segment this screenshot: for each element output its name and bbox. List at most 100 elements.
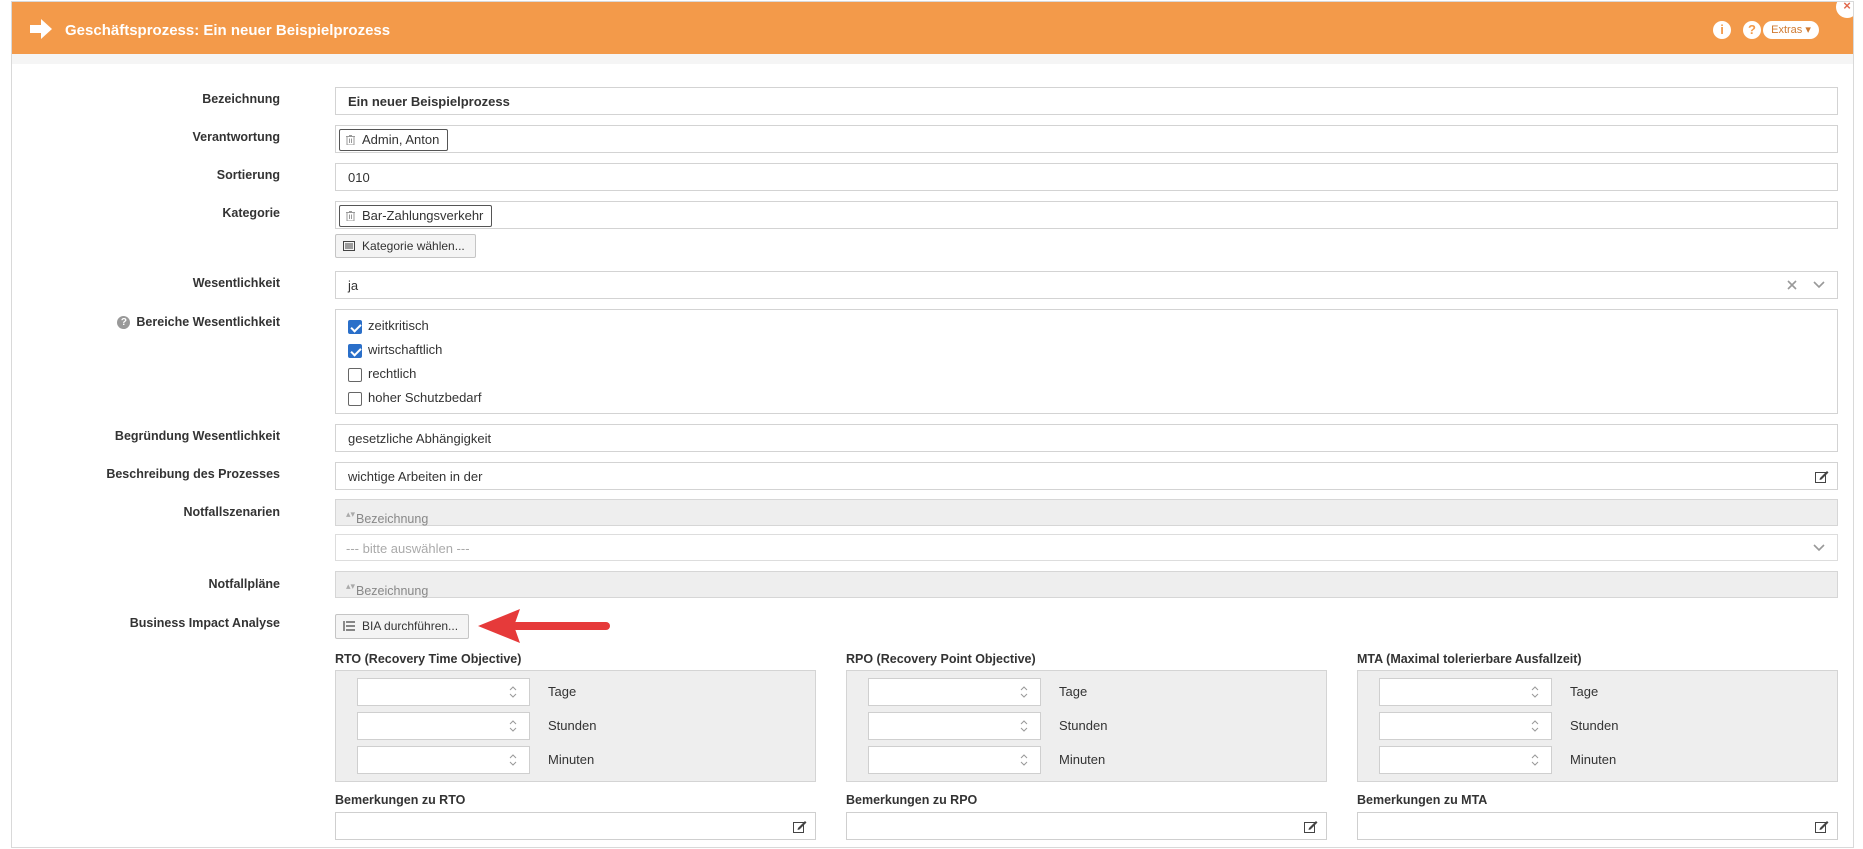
spinner-icon[interactable]	[1531, 720, 1539, 732]
spinner-icon[interactable]	[1020, 720, 1028, 732]
unit-label: Minuten	[548, 752, 595, 767]
sortierung-value: 010	[348, 170, 370, 185]
label-bezeichnung: Bezeichnung	[202, 92, 280, 106]
checkbox-checked-icon[interactable]	[348, 344, 362, 358]
unit-label: Minuten	[1059, 752, 1106, 767]
rto-minuten-input[interactable]	[357, 746, 530, 774]
mta-tage-input[interactable]	[1379, 678, 1552, 706]
notfallplaene-grid-header: Bezeichnung ▴▾	[335, 571, 1838, 598]
label-bia: Business Impact Analyse	[129, 616, 280, 630]
checkbox-label: rechtlich	[368, 366, 417, 381]
rto-panel: Tage Stunden Minuten	[335, 670, 816, 782]
begruendung-input[interactable]: gesetzliche Abhängigkeit	[335, 424, 1838, 452]
verantwortung-tag[interactable]: Admin, Anton	[339, 129, 449, 151]
checkbox-label: hoher Schutzbedarf	[368, 390, 482, 405]
checkbox-checked-icon[interactable]	[348, 320, 362, 334]
spinner-icon[interactable]	[1020, 754, 1028, 766]
label-kategorie: Kategorie	[222, 206, 280, 220]
bereiche-checkbox-group: zeitkritisch wirtschaftlich rechtlich ho…	[335, 309, 1838, 414]
extras-label: Extras	[1771, 24, 1803, 36]
unit-label: Stunden	[1059, 718, 1108, 733]
info-icon[interactable]: i	[1713, 21, 1731, 39]
mta-remark-input[interactable]	[1357, 812, 1838, 840]
notfallszenarien-grid-header: Bezeichnung ▴▾	[335, 499, 1838, 526]
checkbox-unchecked-icon[interactable]	[348, 392, 362, 406]
kategorie-waehlen-label: Kategorie wählen...	[362, 239, 465, 253]
edit-icon[interactable]	[1815, 820, 1829, 833]
process-dialog: Geschäftsprozess: Ein neuer Beispielproz…	[11, 1, 1854, 848]
column-header-bezeichnung[interactable]: Bezeichnung ▴▾	[346, 578, 428, 598]
spinner-icon[interactable]	[1531, 686, 1539, 698]
column-header-bezeichnung[interactable]: Bezeichnung ▴▾	[346, 506, 428, 526]
kategorie-tag[interactable]: Bar-Zahlungsverkehr	[339, 205, 493, 227]
edit-icon[interactable]	[1815, 470, 1829, 483]
column-label: Bezeichnung	[356, 512, 429, 526]
rpo-tage-input[interactable]	[868, 678, 1041, 706]
spinner-icon[interactable]	[1531, 754, 1539, 766]
unit-label: Stunden	[1570, 718, 1619, 733]
unit-label: Tage	[1059, 684, 1088, 699]
sort-icon: ▴▾	[346, 509, 356, 519]
scroll-area-top	[12, 54, 1853, 64]
bia-durchfuehren-button[interactable]: BIA durchführen...	[335, 614, 470, 639]
kategorie-field[interactable]: Bar-Zahlungsverkehr	[335, 201, 1838, 229]
checkbox-label: zeitkritisch	[368, 318, 429, 333]
checkbox-unchecked-icon[interactable]	[348, 368, 362, 382]
trash-icon[interactable]	[346, 135, 355, 145]
spinner-icon[interactable]	[509, 686, 517, 698]
rto-stunden-input[interactable]	[357, 712, 530, 740]
mta-minuten-input[interactable]	[1379, 746, 1552, 774]
trash-icon[interactable]	[346, 211, 355, 221]
rto-tage-input[interactable]	[357, 678, 530, 706]
rto-title: RTO (Recovery Time Objective)	[335, 652, 522, 666]
notfallszenarien-select[interactable]: --- bitte auswählen ---	[335, 534, 1838, 561]
chevron-down-icon[interactable]	[1813, 544, 1825, 552]
rpo-remark-label: Bemerkungen zu RPO	[846, 793, 978, 807]
verantwortung-field[interactable]: Admin, Anton	[335, 125, 1838, 153]
spinner-icon[interactable]	[1020, 686, 1028, 698]
dialog-header: Geschäftsprozess: Ein neuer Beispielproz…	[12, 2, 1853, 54]
rpo-remark-input[interactable]	[846, 812, 1327, 840]
chevron-down-icon[interactable]	[1813, 281, 1825, 289]
extras-menu-button[interactable]: Extras ▾	[1763, 21, 1819, 39]
edit-icon[interactable]	[793, 820, 807, 833]
wesentlichkeit-select[interactable]: ja	[335, 271, 1838, 299]
list-icon	[343, 241, 355, 251]
close-icon[interactable]: ×	[1834, 2, 1853, 20]
sortierung-input[interactable]: 010	[335, 163, 1838, 191]
label-verantwortung: Verantwortung	[192, 130, 280, 144]
beschreibung-value: wichtige Arbeiten in der	[348, 469, 483, 484]
rto-remark-input[interactable]	[335, 812, 816, 840]
checkbox-label: wirtschaftlich	[368, 342, 443, 357]
label-wesentlichkeit: Wesentlichkeit	[192, 276, 280, 290]
edit-icon[interactable]	[1304, 820, 1318, 833]
list-ol-icon	[343, 621, 355, 631]
dialog-title: Geschäftsprozess: Ein neuer Beispielproz…	[65, 22, 391, 39]
rpo-stunden-input[interactable]	[868, 712, 1041, 740]
label-beschreibung: Beschreibung des Prozesses	[106, 467, 280, 481]
spinner-icon[interactable]	[509, 754, 517, 766]
question-circle-icon: ?	[117, 316, 131, 329]
mta-stunden-input[interactable]	[1379, 712, 1552, 740]
rpo-minuten-input[interactable]	[868, 746, 1041, 774]
column-label: Bezeichnung	[356, 584, 429, 598]
unit-label: Tage	[1570, 684, 1599, 699]
spinner-icon[interactable]	[509, 720, 517, 732]
help-icon[interactable]: ?	[1743, 21, 1761, 39]
bia-button-label: BIA durchführen...	[362, 619, 459, 633]
unit-label: Tage	[548, 684, 577, 699]
red-arrow-annotation	[478, 609, 610, 643]
mta-panel: Tage Stunden Minuten	[1357, 670, 1838, 782]
clear-icon[interactable]	[1787, 280, 1797, 290]
bereiche-label-text: Bereiche Wesentlichkeit	[136, 315, 280, 329]
rpo-title: RPO (Recovery Point Objective)	[846, 652, 1036, 666]
mta-title: MTA (Maximal tolerierbare Ausfallzeit)	[1357, 652, 1582, 666]
unit-label: Stunden	[548, 718, 597, 733]
bezeichnung-input[interactable]: Ein neuer Beispielprozess	[335, 87, 1838, 115]
rto-remark-label: Bemerkungen zu RTO	[335, 793, 466, 807]
kategorie-waehlen-button[interactable]: Kategorie wählen...	[335, 234, 476, 258]
beschreibung-input[interactable]: wichtige Arbeiten in der	[335, 462, 1838, 490]
label-notfallplaene: Notfallpläne	[208, 577, 280, 591]
select-placeholder: --- bitte auswählen ---	[346, 541, 470, 556]
label-begruendung: Begründung Wesentlichkeit	[114, 429, 280, 443]
